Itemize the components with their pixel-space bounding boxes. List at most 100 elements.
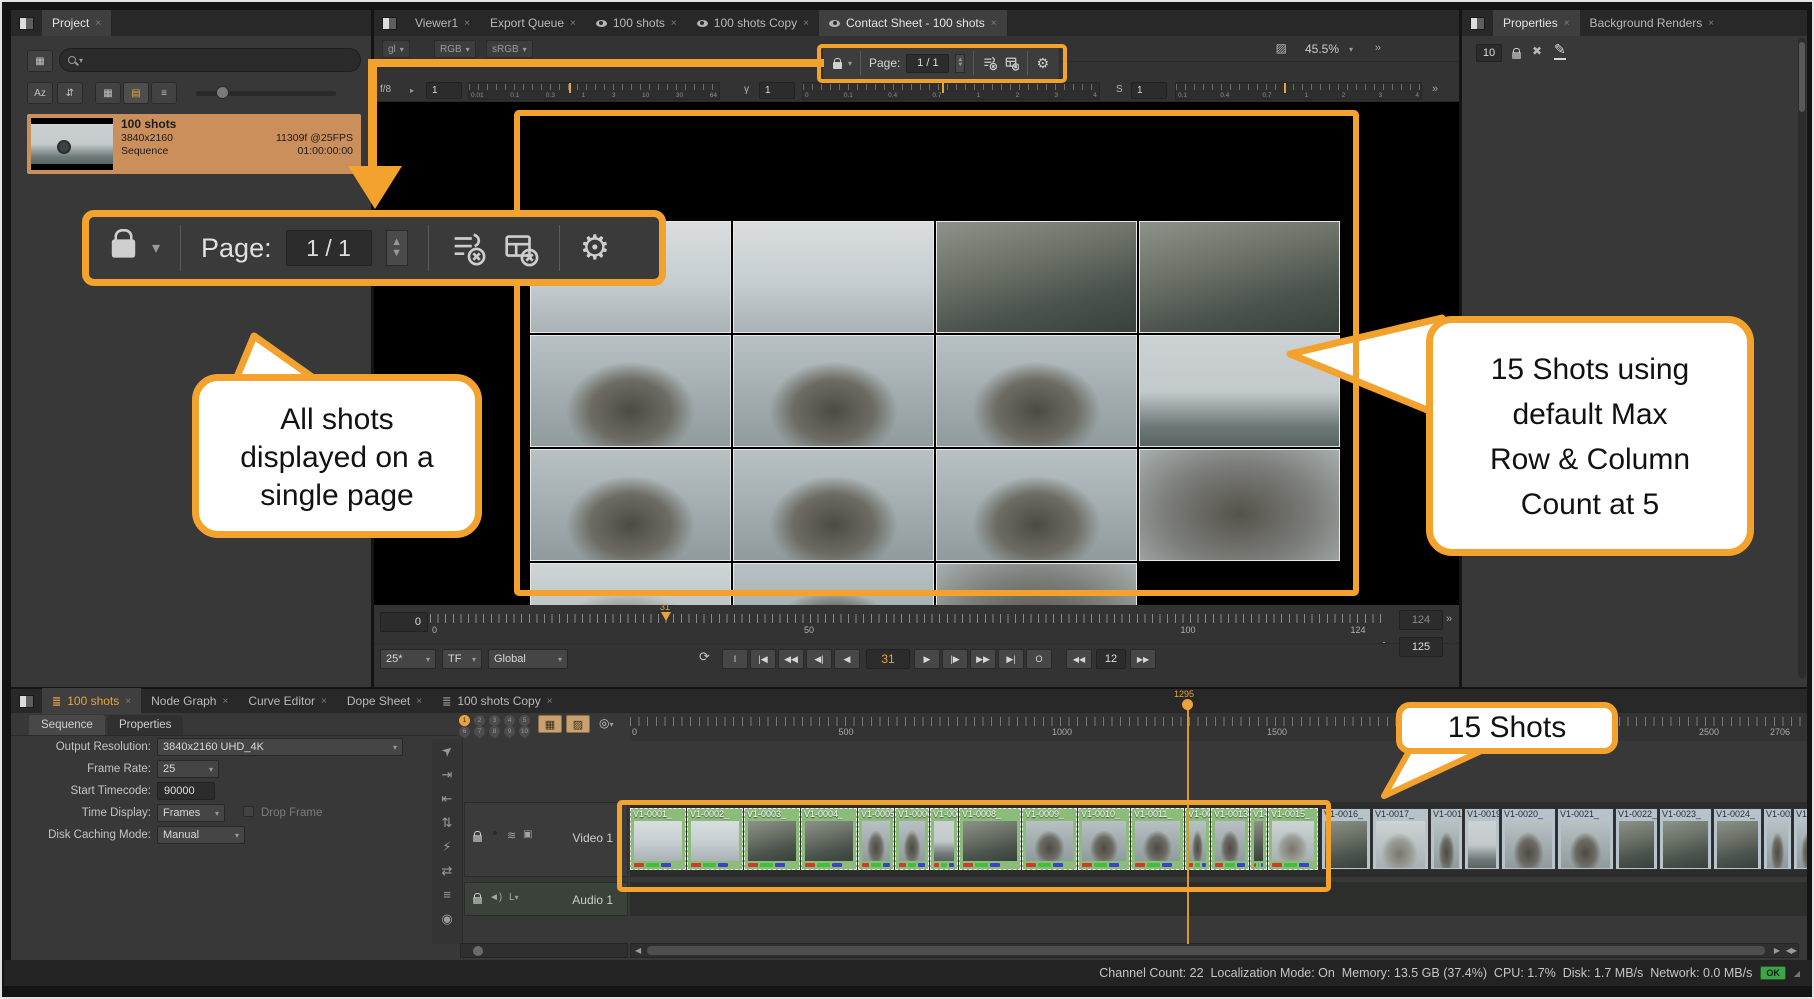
loop-mode-icon[interactable]: ⟳ [699,649,710,665]
marker-pin-9[interactable]: 9 [504,726,515,737]
contact-sheet-cell[interactable] [1139,449,1340,561]
proxy-icon[interactable]: ▨ [1276,41,1287,55]
timeline-clip-v1-0023[interactable]: V1-0023_ [1659,808,1712,870]
sort-order-button[interactable]: ⇵ [57,82,83,104]
saturation-field[interactable]: 1 [1131,82,1167,99]
marker-pin-6[interactable]: 6 [459,726,470,737]
contact-sheet-cell[interactable] [530,335,731,447]
contact-sheet-cell[interactable] [733,335,934,447]
transport-button-r0[interactable]: ▶ [914,649,940,669]
panel-layout-icon[interactable] [19,17,34,30]
viewer-frame-ruler[interactable]: 0 05010012431 124 » [374,605,1459,643]
slider-knob[interactable] [216,86,229,99]
contact-sheet-cell[interactable] [936,563,1137,605]
tab-properties[interactable]: Properties× [1493,10,1580,36]
close-icon[interactable]: × [570,18,576,29]
retime-tool-icon[interactable]: ◉ [441,911,452,927]
close-icon[interactable]: × [416,696,422,707]
timeline-clip-v1-0026[interactable]: V1-0026_ [1793,808,1807,870]
timeline-clip-v1-0019[interactable]: V1-0019_ [1464,808,1500,870]
list-view-button[interactable]: ≡ [151,82,177,104]
marker-pin-2[interactable]: 2 [474,715,485,726]
audio-track-header[interactable]: ◄) L▾ Audio 1 [464,882,628,916]
timeline-clip-v1-0014[interactable]: V1-0014_ [1250,808,1267,870]
search-input[interactable]: ▾ [59,48,361,72]
contact-sheet-cell[interactable] [733,221,934,333]
fps-dropdown[interactable]: 25*▾ [380,649,436,669]
range-end-field[interactable]: 124 [1399,610,1443,630]
tab-100-shots-copy[interactable]: 100 shots Copy× [687,10,819,36]
multi-select-tool-icon[interactable]: ➤ [438,741,457,760]
close-all-panels-icon[interactable]: ✖ [1532,44,1542,58]
tab-export-queue[interactable]: Export Queue× [480,10,586,36]
timeline-clip-v1-0007[interactable]: V1-0007_ [930,808,958,870]
current-frame-field[interactable]: 0 [380,612,428,632]
timeline-clip-v1-0021[interactable]: V1-0021_ [1557,808,1614,870]
contact-sheet-cell[interactable] [1139,335,1340,447]
tab-100-shots[interactable]: ≣100 shots× [42,688,141,714]
step-back-button[interactable]: ◀◀ [1066,649,1092,669]
contact-sheet-cell[interactable] [1139,221,1340,333]
tab-viewer1[interactable]: Viewer1× [405,10,480,36]
audio-channel-dropdown[interactable]: L▾ [509,892,519,903]
select-track-right-tool-icon[interactable]: ⇥ [442,767,453,783]
disk-caching-dropdown[interactable]: Manual▾ [157,826,245,844]
close-icon[interactable]: × [125,696,131,707]
step-forward-button[interactable]: ▶▶ [1130,649,1156,669]
contact-sheet-cell[interactable] [936,335,1137,447]
thumbnail-size-slider[interactable] [196,91,336,96]
node-panel-count-field[interactable]: 10 [1476,44,1502,62]
timeline-clip-v1-0020[interactable]: V1-0020_ [1501,808,1556,870]
channel-dropdown-srgb[interactable]: sRGB▾ [486,40,533,58]
scroll-right-icon[interactable]: ▶ [1774,946,1780,955]
speaker-icon[interactable]: ◄) [489,892,502,903]
dropdown-arrow-icon[interactable]: ▾ [1349,45,1353,54]
clear-row-button-icon[interactable] [982,55,998,71]
tab-background-renders[interactable]: Background Renders× [1580,10,1725,36]
chevron-double-icon[interactable]: » [1446,613,1450,625]
resize-handle-icon[interactable]: ◢ [1794,969,1800,978]
gamma-slider[interactable]: 00.10.40.71234 [802,82,1100,100]
timeline-clip-v1-0018[interactable]: V1-0018_ [1430,808,1463,870]
transport-button-1[interactable]: |◀ [750,649,776,669]
transport-button-3[interactable]: ◀| [806,649,832,669]
timeline-clip-v1-0016[interactable]: V1-0016_ [1321,808,1371,870]
scroll-thumb[interactable] [647,946,1765,955]
contact-sheet-cell[interactable] [733,449,934,561]
lock-icon[interactable] [833,62,842,69]
slide-tool-icon[interactable]: ≡ [443,887,451,903]
tab-contact-sheet-100-shots[interactable]: Contact Sheet - 100 shots× [819,10,1007,36]
transport-button-r3[interactable]: ▶| [998,649,1024,669]
marker-pin-5[interactable]: 5 [519,715,530,726]
mask-icon[interactable]: ▣ [523,829,532,840]
timeline-clip-v1-0001[interactable]: V1-0001_ [630,808,686,870]
close-icon[interactable]: × [547,696,553,707]
detail-view-button[interactable]: ▤ [123,82,149,104]
viewer-playhead-marker[interactable] [661,612,671,621]
scroll-left-icon[interactable]: ◀ [635,946,641,955]
lock-icon[interactable] [473,897,482,904]
timeline-clip-v1-0017[interactable]: V1-0017_ [1372,808,1429,870]
gain-field[interactable]: 1 [426,82,462,99]
duration-field[interactable]: 125 [1399,637,1443,657]
playhead-line[interactable] [1187,711,1189,944]
timeline-clip-v1-0010[interactable]: V1-0010_ [1078,808,1130,870]
tab-curve-editor[interactable]: Curve Editor× [238,688,337,714]
channel-dropdown-gl[interactable]: gl▾ [382,40,410,58]
frame-rate-dropdown[interactable]: 25▾ [157,760,219,778]
viewer-canvas[interactable] [374,102,1459,605]
aperture-label[interactable]: f/8 [380,84,391,95]
close-icon[interactable]: × [464,18,470,29]
transport-button-r2[interactable]: ▶▶ [970,649,996,669]
tab-node-graph[interactable]: Node Graph× [141,688,238,714]
panel-layout-icon[interactable] [19,695,34,708]
tab-project[interactable]: Project × [42,10,111,36]
timeline-clip-v1-0013[interactable]: V1-0013_ [1211,808,1249,870]
scrollbar-vertical[interactable] [1798,38,1806,678]
clear-sheet-button-icon[interactable] [1004,55,1020,71]
timeline-clip-v1-0002[interactable]: V1-0002_ [687,808,743,870]
grid-view-button[interactable]: ▦ [95,82,121,104]
contact-sheet-cell[interactable] [530,563,731,605]
zoom-knob[interactable] [473,946,483,956]
transport-button-2[interactable]: ◀◀ [778,649,804,669]
